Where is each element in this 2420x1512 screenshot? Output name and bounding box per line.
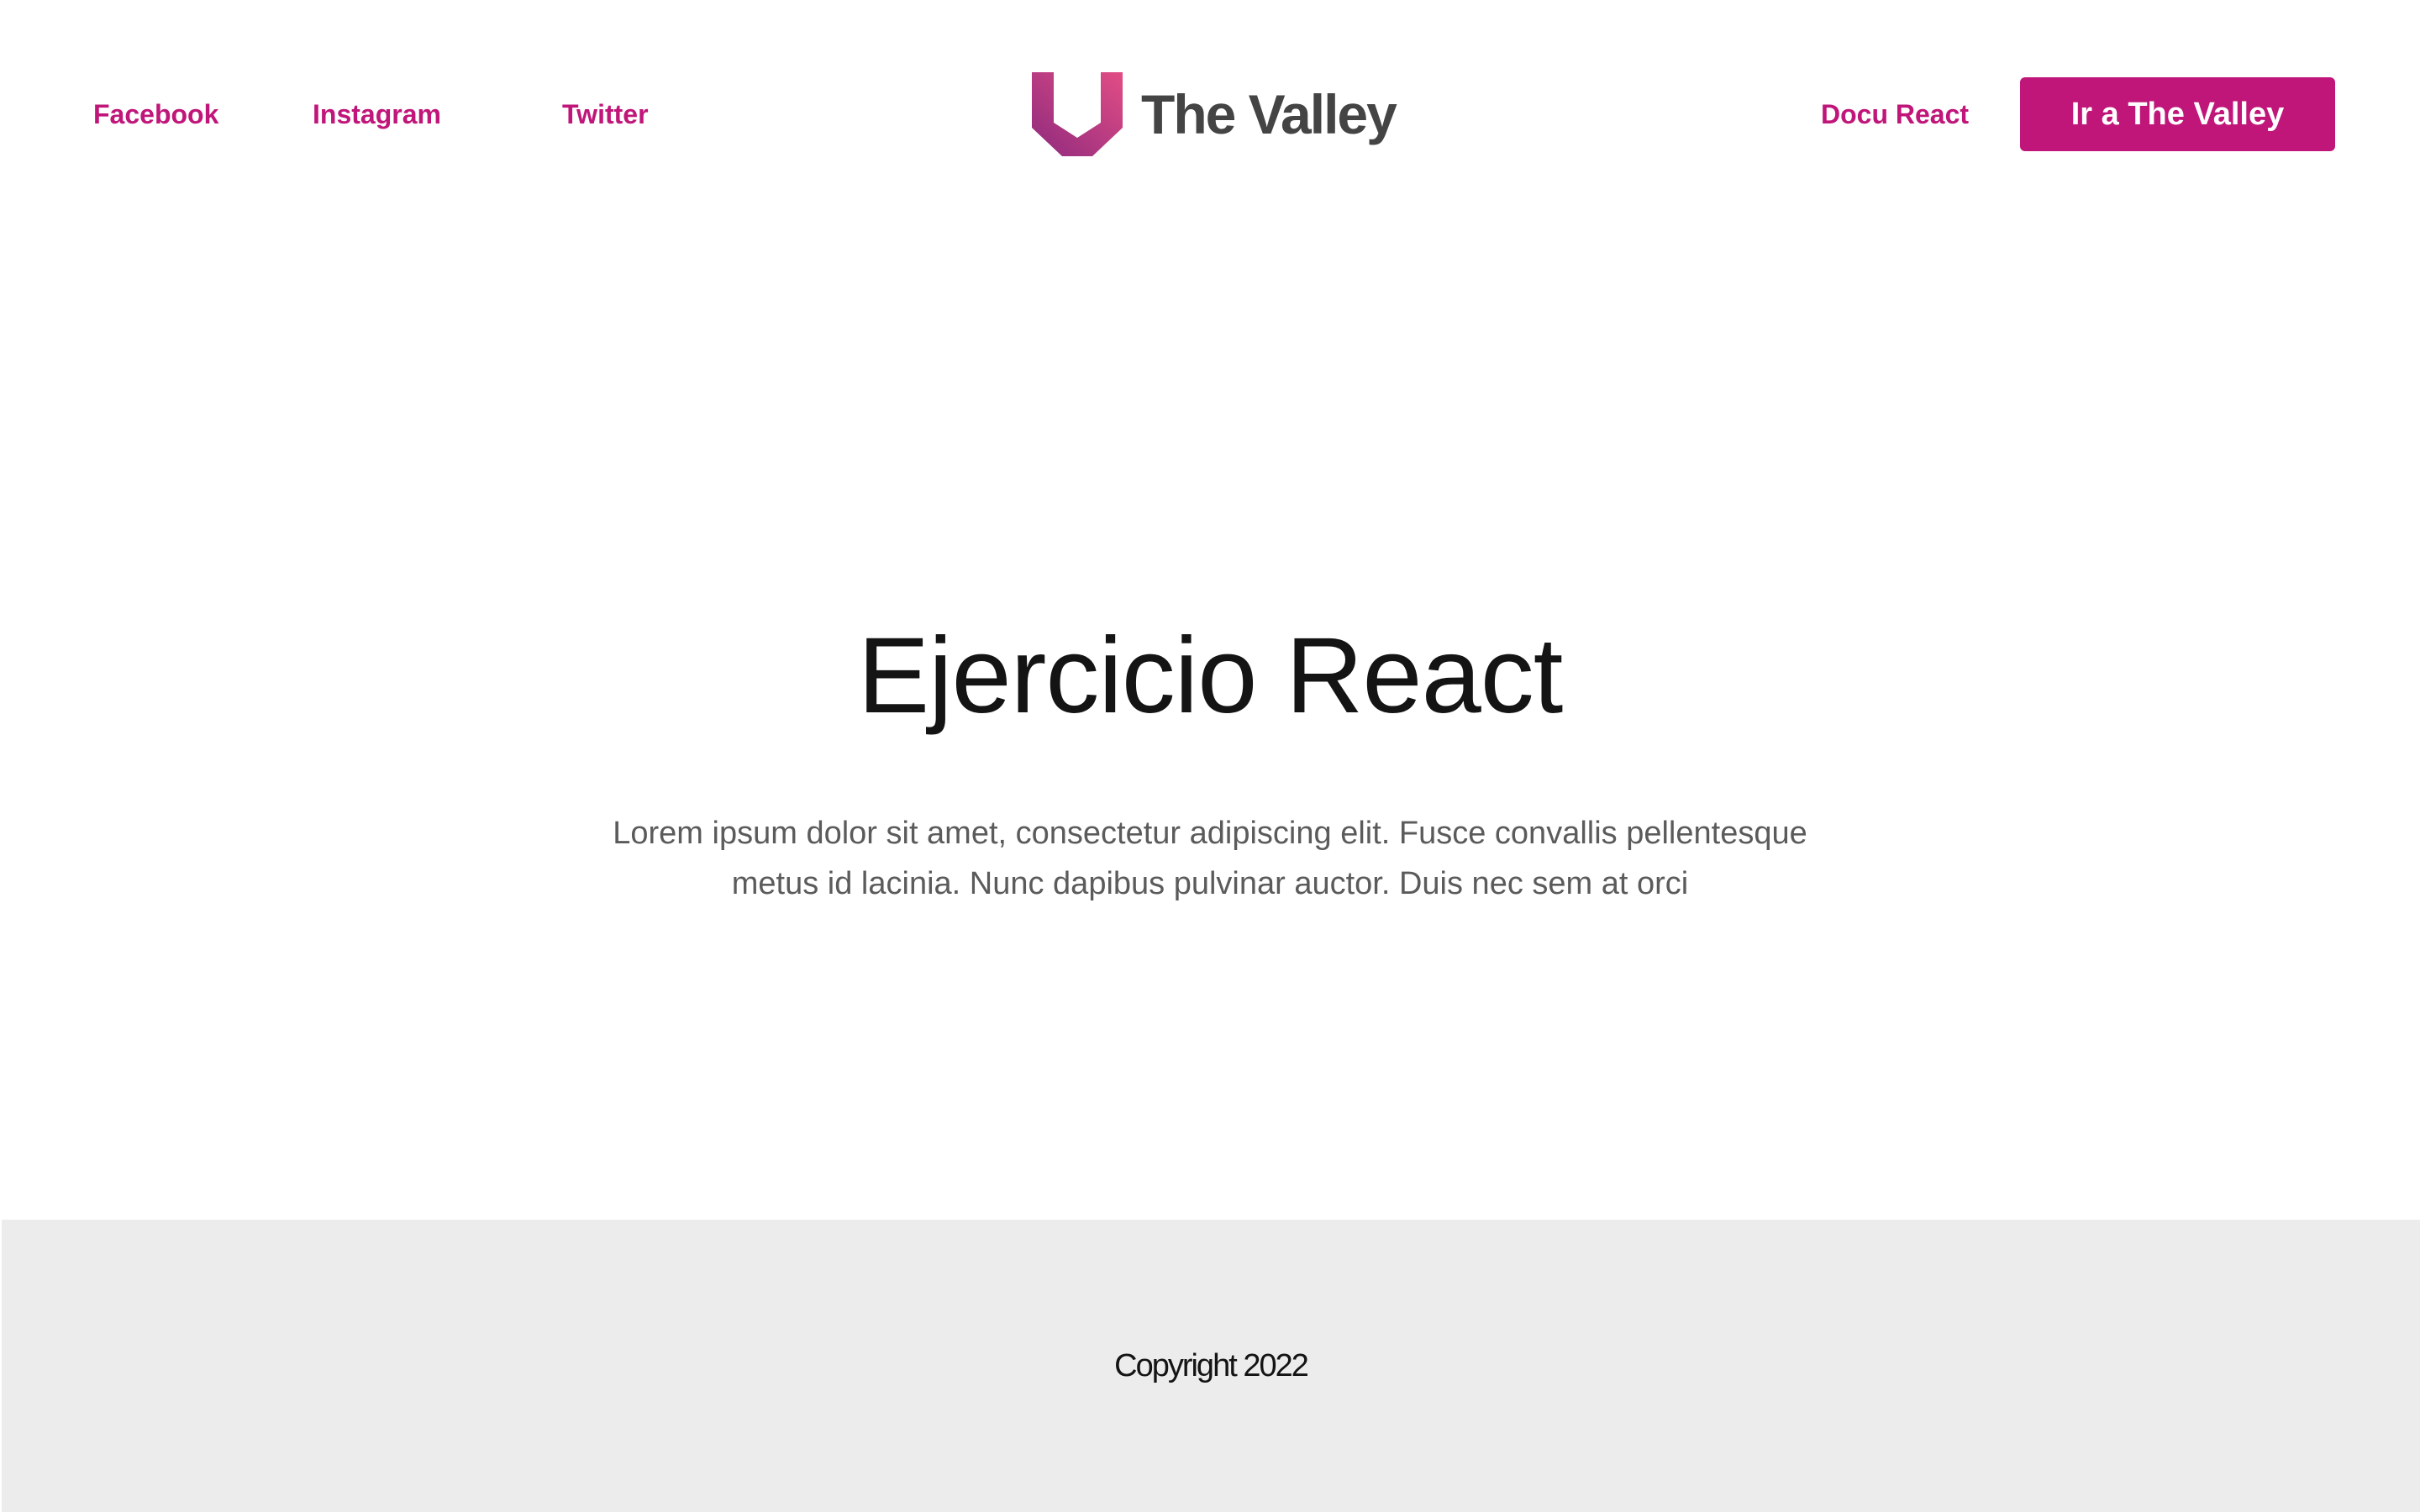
valley-logo-icon	[1032, 72, 1123, 156]
hero-section: Ejercicio React Lorem ipsum dolor sit am…	[0, 228, 2420, 1220]
go-to-the-valley-button[interactable]: Ir a The Valley	[2020, 77, 2335, 151]
nav-link-docu-react[interactable]: Docu React	[1821, 99, 1969, 129]
logo-text: The Valley	[1141, 83, 1397, 145]
nav-link-instagram[interactable]: Instagram	[313, 99, 441, 129]
copyright-text: Copyright 2022	[1114, 1348, 1309, 1383]
hero-description: Lorem ipsum dolor sit amet, consectetur …	[613, 816, 1807, 901]
site-footer: Copyright 2022	[2, 1220, 2420, 1512]
site-logo[interactable]: The Valley	[1032, 72, 1397, 156]
site-header: Facebook Instagram Twitter The Valley Do…	[0, 0, 2420, 228]
hero-title: Ejercicio React	[857, 616, 1564, 736]
page: Facebook Instagram Twitter The Valley Do…	[0, 0, 2420, 1512]
nav-link-twitter[interactable]: Twitter	[562, 99, 649, 129]
nav-link-facebook[interactable]: Facebook	[93, 99, 218, 129]
